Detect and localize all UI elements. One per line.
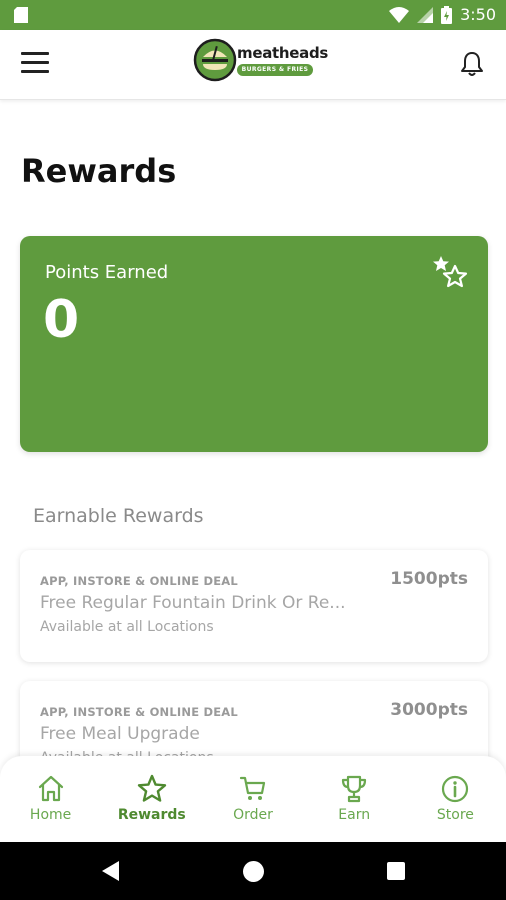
nav-item-order[interactable]: Order [202, 756, 303, 842]
burger-logo-icon [193, 38, 237, 82]
reward-card[interactable]: APP, INSTORE & ONLINE DEAL 1500pts Free … [20, 550, 488, 662]
status-bar: 3:50 [0, 0, 506, 30]
back-icon[interactable] [101, 860, 121, 882]
logo-tagline: BURGERS & FRIES [237, 64, 313, 76]
nav-item-rewards[interactable]: Rewards [101, 756, 202, 842]
menu-icon[interactable] [21, 52, 49, 76]
points-value: 0 [43, 290, 80, 350]
nav-label: Rewards [117, 807, 186, 823]
app-bar: meatheads BURGERS & FRIES [0, 30, 506, 100]
points-card: Points Earned 0 [20, 236, 488, 452]
reward-name: Free Meal Upgrade [40, 724, 200, 744]
trophy-icon [342, 775, 367, 803]
logo-wordmark: meatheads [237, 44, 329, 62]
bottom-navigation: Home Rewards Order Earn Store [0, 756, 506, 842]
page-title: Rewards [21, 152, 177, 190]
nav-item-home[interactable]: Home [0, 756, 101, 842]
nav-label: Store [436, 807, 474, 823]
home-circle-icon[interactable] [243, 861, 264, 882]
recent-apps-icon[interactable] [387, 862, 405, 880]
status-time: 3:50 [460, 5, 496, 24]
earnable-rewards-heading: Earnable Rewards [33, 505, 204, 527]
reward-location: Available at all Locations [40, 619, 214, 635]
star-icon [137, 774, 166, 802]
wifi-icon [389, 6, 410, 23]
nav-item-earn[interactable]: Earn [304, 756, 405, 842]
brand-logo: meatheads BURGERS & FRIES [193, 38, 328, 84]
nav-label: Earn [338, 807, 371, 823]
nav-item-store[interactable]: Store [405, 756, 506, 842]
home-icon [38, 775, 63, 802]
sim-card-icon [14, 7, 28, 23]
reward-name: Free Regular Fountain Drink Or Re... [40, 593, 346, 613]
android-system-nav [0, 842, 506, 900]
stars-icon [433, 256, 468, 288]
cell-signal-icon [417, 6, 434, 23]
notification-bell-icon[interactable] [458, 50, 486, 78]
reward-type: APP, INSTORE & ONLINE DEAL [40, 705, 238, 719]
reward-type: APP, INSTORE & ONLINE DEAL [40, 574, 238, 588]
reward-points: 1500pts [390, 569, 468, 589]
battery-icon [441, 5, 453, 24]
points-label: Points Earned [45, 262, 169, 283]
nav-label: Home [29, 807, 72, 823]
cart-icon [239, 776, 266, 800]
nav-label: Order [233, 807, 273, 823]
reward-points: 3000pts [390, 700, 468, 720]
info-icon [442, 775, 469, 803]
